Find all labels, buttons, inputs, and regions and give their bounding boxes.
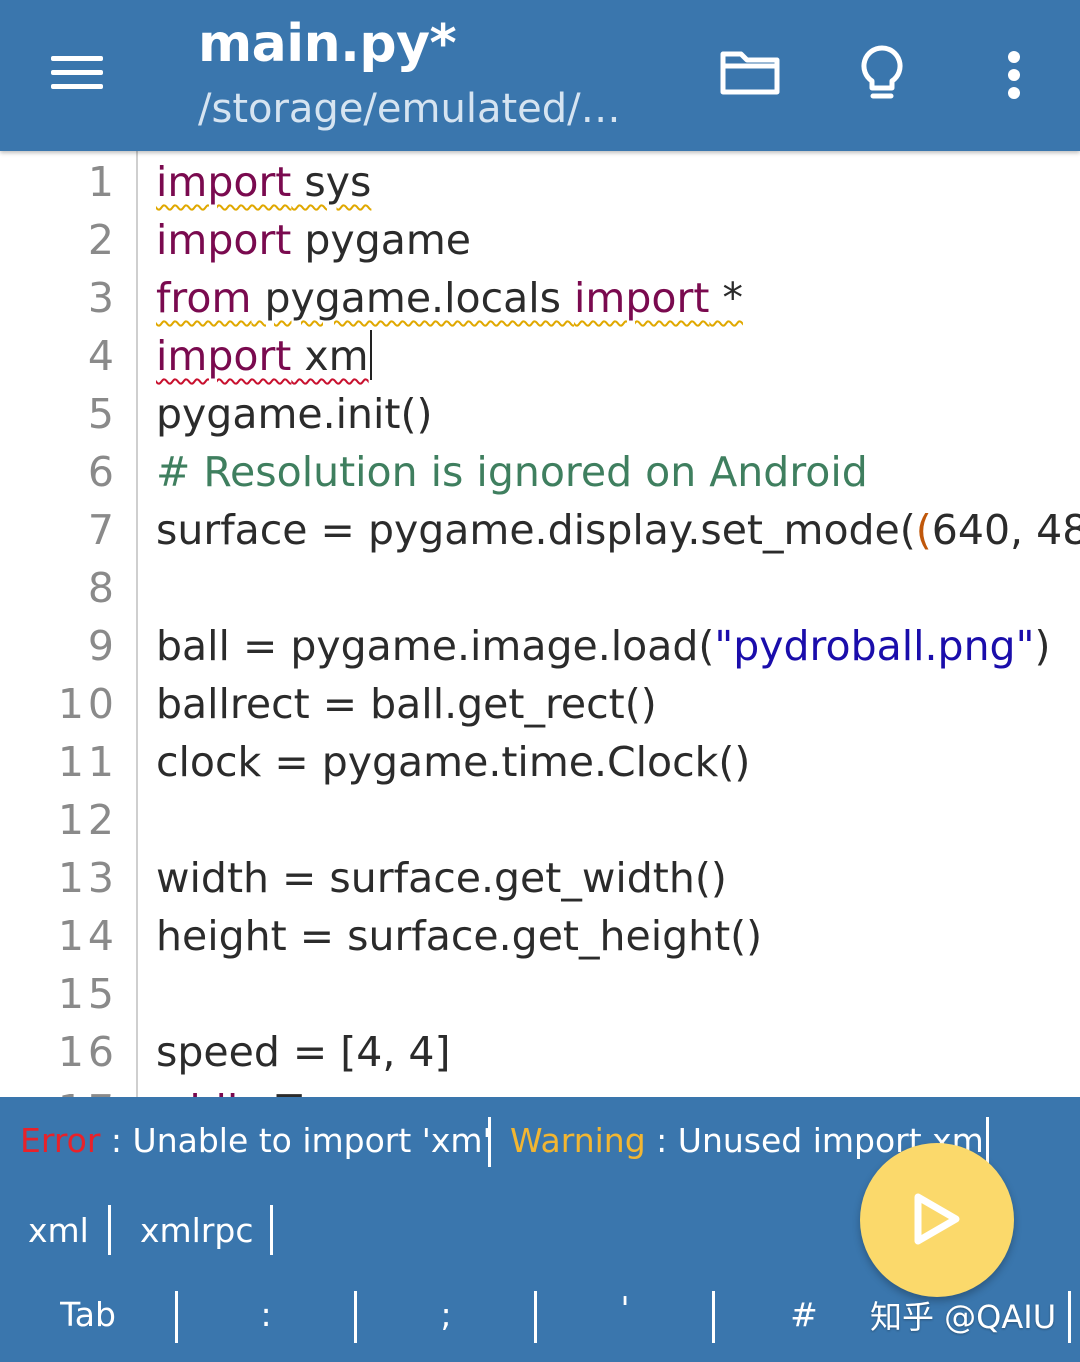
line-number: 12 xyxy=(57,796,118,844)
divider xyxy=(534,1291,537,1343)
code-text: ) xyxy=(1034,622,1051,670)
keyword: import xyxy=(156,332,292,380)
code-line: 11 clock = pygame.time.Clock() xyxy=(0,733,1080,791)
code-line: 16 speed = [4, 4] xyxy=(0,1023,1080,1081)
line-number: 2 xyxy=(87,216,118,264)
line-number: 6 xyxy=(87,448,118,496)
code-text: xm xyxy=(291,332,369,380)
code-text: ballrect = ball.get_rect() xyxy=(156,680,657,728)
code-line: 2 import pygame xyxy=(0,211,1080,269)
divider xyxy=(270,1205,273,1255)
code-line: 13 width = surface.get_width() xyxy=(0,849,1080,907)
code-text: width = surface.get_width() xyxy=(156,854,727,902)
code-text: surface = pygame.display.set_mode( xyxy=(156,506,916,554)
code-text: 640, 480 xyxy=(931,506,1080,554)
menu-icon[interactable] xyxy=(48,50,108,96)
watermark: 知乎 @QAIU xyxy=(870,1298,1057,1336)
code-text: sys xyxy=(291,158,372,206)
line-number: 11 xyxy=(57,738,118,786)
code-line: 14 height = surface.get_height() xyxy=(0,907,1080,965)
line-number: 16 xyxy=(57,1028,118,1076)
more-vertical-icon[interactable] xyxy=(1000,50,1028,100)
line-number: 4 xyxy=(87,332,118,380)
divider xyxy=(712,1291,715,1343)
code-line: 4 import xm xyxy=(0,327,1080,385)
keyword: import xyxy=(156,216,292,264)
file-title: main.py* xyxy=(198,14,457,74)
divider xyxy=(108,1205,111,1255)
key-colon[interactable]: : xyxy=(206,1295,326,1334)
app-bar: main.py* /storage/emulated/… xyxy=(0,0,1080,151)
file-path: /storage/emulated/… xyxy=(198,86,621,132)
lightbulb-icon[interactable] xyxy=(858,44,906,104)
keyword: from xyxy=(156,274,252,322)
folder-icon[interactable] xyxy=(718,46,782,98)
code-line: 1 import sys xyxy=(0,153,1080,211)
bracket-highlight: ( xyxy=(915,506,932,554)
line-number: 3 xyxy=(87,274,118,322)
code-line: 17 while True xyxy=(0,1081,1080,1097)
run-button[interactable] xyxy=(860,1143,1014,1297)
divider xyxy=(1068,1291,1071,1343)
code-text: ball = pygame.image.load( xyxy=(156,622,715,670)
line-number: 15 xyxy=(57,970,118,1018)
suggestion-xmlrpc[interactable]: xmlrpc xyxy=(140,1211,254,1250)
line-number: 13 xyxy=(57,854,118,902)
code-text: * xyxy=(709,274,743,322)
comment-text: # Resolution is ignored on Android xyxy=(156,448,868,496)
suggestion-xml[interactable]: xml xyxy=(28,1211,89,1250)
code-text: pygame xyxy=(291,216,472,264)
code-line: 9 ball = pygame.image.load("pydroball.pn… xyxy=(0,617,1080,675)
line-number: 8 xyxy=(87,564,118,612)
error-text: : Unable to import 'xm' xyxy=(100,1121,492,1160)
code-line: 8 xyxy=(0,559,1080,617)
code-text: height = surface.get_height() xyxy=(156,912,763,960)
keyword: while xyxy=(156,1086,264,1097)
line-number: 7 xyxy=(87,506,118,554)
error-label: Error xyxy=(20,1121,101,1160)
line-number: 1 xyxy=(87,158,118,206)
key-tab[interactable]: Tab xyxy=(28,1295,148,1334)
divider xyxy=(175,1291,178,1343)
code-line: 12 xyxy=(0,791,1080,849)
code-text: speed = [4, 4] xyxy=(156,1028,451,1076)
line-number: 14 xyxy=(57,912,118,960)
code-line: 7 surface = pygame.display.set_mode((640… xyxy=(0,501,1080,559)
code-text: pygame.init() xyxy=(156,390,433,438)
string-literal: "pydroball.png" xyxy=(714,622,1035,670)
code-line: 6 # Resolution is ignored on Android xyxy=(0,443,1080,501)
text-cursor xyxy=(369,330,372,380)
code-text: clock = pygame.time.Clock() xyxy=(156,738,751,786)
key-semicolon[interactable]: ; xyxy=(386,1295,506,1334)
code-line: 5 pygame.init() xyxy=(0,385,1080,443)
error-message[interactable]: Error : Unable to import 'xm' xyxy=(20,1121,492,1160)
divider xyxy=(488,1117,491,1167)
keyword: import xyxy=(156,158,292,206)
divider xyxy=(354,1291,357,1343)
line-number: 9 xyxy=(87,622,118,670)
code-text: True xyxy=(264,1086,364,1097)
line-number: 10 xyxy=(57,680,118,728)
code-text: pygame.locals xyxy=(251,274,575,322)
code-editor[interactable]: 1 import sys 2 import pygame 3 from pyga… xyxy=(0,151,1080,1097)
warning-label: Warning xyxy=(510,1121,646,1160)
keyword: import xyxy=(574,274,710,322)
line-number: 5 xyxy=(87,390,118,438)
code-line: 15 xyxy=(0,965,1080,1023)
code-line: 3 from pygame.locals import * xyxy=(0,269,1080,327)
play-icon xyxy=(914,1193,960,1245)
line-number: 17 xyxy=(0,1081,118,1097)
key-quote[interactable]: ' xyxy=(565,1289,685,1328)
key-hash[interactable]: # xyxy=(744,1295,864,1334)
code-line: 10 ballrect = ball.get_rect() xyxy=(0,675,1080,733)
